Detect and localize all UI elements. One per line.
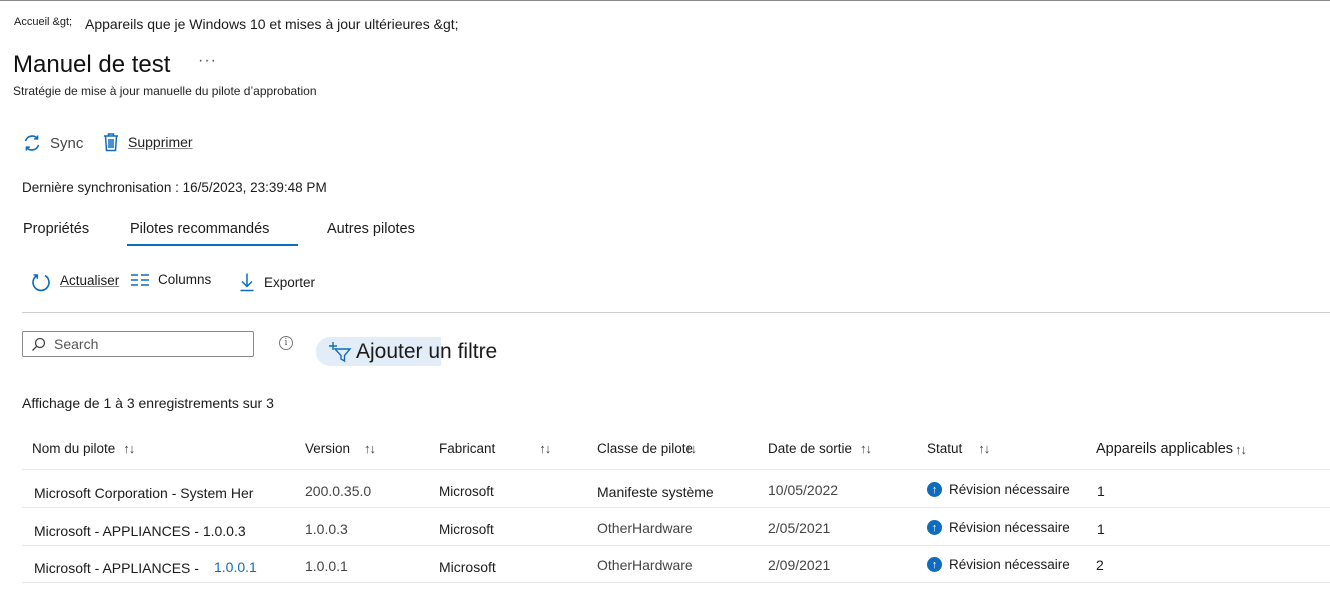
delete-label: Supprimer bbox=[128, 134, 193, 150]
sort-arrows-icon[interactable]: ↑↓ bbox=[685, 441, 697, 456]
driver-name[interactable]: Microsoft - APPLIANCES - 1.0.0.3 bbox=[34, 523, 246, 539]
row-divider bbox=[22, 582, 1330, 583]
column-header-status[interactable]: Statut ↑↓ bbox=[927, 441, 990, 456]
page-title: Manuel de test bbox=[13, 51, 171, 78]
more-options-button[interactable]: ··· bbox=[198, 52, 217, 70]
column-header-release-date[interactable]: Date de sortie ↑↓ bbox=[768, 441, 872, 456]
column-label: Version bbox=[305, 441, 351, 456]
status-text: Révision nécessaire bbox=[949, 520, 1070, 535]
sort-arrows-icon[interactable]: ↑↓ bbox=[539, 441, 551, 456]
column-header-version[interactable]: Version ↑↓ bbox=[305, 441, 376, 456]
column-header-driver-class[interactable]: Classe de pilote ↑↓ bbox=[597, 441, 697, 456]
export-button[interactable]: Exporter bbox=[238, 272, 315, 292]
release-date: 2/09/2021 bbox=[768, 557, 831, 573]
search-input[interactable] bbox=[52, 335, 246, 353]
sort-arrows-icon[interactable]: ↑↓ bbox=[978, 441, 990, 456]
tab-recommended-drivers[interactable]: Pilotes recommandés bbox=[130, 221, 269, 237]
column-label: Date de sortie bbox=[768, 441, 853, 456]
applicable-devices: 1 bbox=[1097, 483, 1105, 499]
applicable-devices: 2 bbox=[1096, 557, 1104, 573]
column-header-applicable-devices[interactable]: Appareils applicables ↑↓ bbox=[1096, 441, 1247, 457]
add-filter-icon bbox=[328, 341, 352, 363]
column-label: Statut bbox=[927, 441, 963, 456]
trash-icon bbox=[102, 132, 120, 152]
column-header-driver-name[interactable]: Nom du pilote ↑↓ bbox=[32, 441, 135, 456]
applicable-devices: 1 bbox=[1097, 521, 1105, 537]
column-label: Classe de pilote bbox=[597, 441, 694, 456]
sync-icon bbox=[22, 133, 42, 153]
columns-button[interactable]: Columns bbox=[130, 272, 211, 287]
sync-label: Sync bbox=[50, 134, 84, 152]
column-header-manufacturer[interactable]: Fabricant ↑↓ bbox=[439, 441, 551, 456]
command-bar-divider bbox=[22, 312, 1330, 313]
driver-name[interactable]: Microsoft - APPLIANCES - bbox=[34, 560, 199, 576]
page-subtitle: Stratégie de mise à jour manuelle du pil… bbox=[13, 84, 317, 98]
refresh-icon bbox=[30, 272, 52, 294]
breadcrumb-home[interactable]: Accueil &gt; bbox=[14, 16, 72, 28]
driver-version: 1.0.0.3 bbox=[305, 521, 348, 537]
status-text: Révision nécessaire bbox=[949, 557, 1070, 572]
refresh-label: Actualiser bbox=[60, 272, 120, 288]
active-tab-indicator bbox=[127, 244, 298, 246]
add-filter-label: Ajouter un filtre bbox=[356, 339, 498, 363]
status-cell: ↑ Révision nécessaire bbox=[927, 520, 1070, 535]
status-cell: ↑ Révision nécessaire bbox=[927, 557, 1070, 572]
export-label: Exporter bbox=[264, 274, 316, 290]
header-divider bbox=[22, 469, 1330, 470]
driver-manufacturer: Microsoft bbox=[439, 522, 494, 537]
column-label: Fabricant bbox=[439, 441, 496, 456]
sort-arrows-icon[interactable]: ↑↓ bbox=[860, 441, 872, 456]
status-text: Révision nécessaire bbox=[949, 482, 1070, 497]
release-date: 2/05/2021 bbox=[768, 520, 831, 536]
arrow-up-circle-icon: ↑ bbox=[927, 520, 942, 535]
delete-button[interactable]: Supprimer bbox=[102, 132, 193, 152]
column-label: Appareils applicables bbox=[1096, 441, 1234, 457]
driver-manufacturer: Microsoft bbox=[439, 484, 494, 499]
last-sync-text: Dernière synchronisation : 16/5/2023, 23… bbox=[22, 180, 327, 195]
records-count: Affichage de 1 à 3 enregistrements sur 3 bbox=[22, 395, 274, 411]
columns-label: Columns bbox=[158, 272, 212, 287]
driver-class: Manifeste système bbox=[597, 484, 714, 500]
info-icon[interactable]: i bbox=[279, 336, 293, 350]
sync-button[interactable]: Sync bbox=[22, 133, 83, 153]
tab-properties[interactable]: Propriétés bbox=[23, 221, 89, 237]
driver-class: OtherHardware bbox=[597, 520, 693, 536]
release-date: 10/05/2022 bbox=[768, 482, 839, 498]
driver-version: 200.0.35.0 bbox=[305, 483, 372, 499]
breadcrumb-devices[interactable]: Appareils que je Windows 10 et mises à j… bbox=[85, 16, 459, 32]
search-box[interactable] bbox=[22, 331, 254, 357]
search-icon bbox=[31, 337, 46, 352]
sort-arrows-icon[interactable]: ↑↓ bbox=[364, 441, 376, 456]
columns-icon bbox=[130, 273, 150, 287]
status-cell: ↑ Révision nécessaire bbox=[927, 482, 1070, 497]
download-icon bbox=[238, 272, 256, 292]
driver-manufacturer: Microsoft bbox=[439, 559, 496, 575]
arrow-up-circle-icon: ↑ bbox=[927, 482, 942, 497]
top-border bbox=[0, 0, 1330, 1]
column-label: Nom du pilote bbox=[32, 441, 116, 456]
tab-other-drivers[interactable]: Autres pilotes bbox=[327, 221, 415, 237]
row-divider bbox=[22, 507, 1330, 508]
add-filter-button[interactable]: Ajouter un filtre bbox=[316, 337, 498, 366]
driver-version: 1.0.0.1 bbox=[305, 558, 348, 574]
refresh-button[interactable]: Actualiser bbox=[30, 272, 119, 294]
driver-name-version-link[interactable]: 1.0.0.1 bbox=[214, 559, 257, 575]
driver-name[interactable]: Microsoft Corporation - System Her bbox=[34, 485, 253, 501]
sort-arrows-icon[interactable]: ↑↓ bbox=[123, 441, 135, 456]
sort-arrows-icon[interactable]: ↑↓ bbox=[1235, 442, 1247, 457]
arrow-up-circle-icon: ↑ bbox=[927, 557, 942, 572]
row-divider bbox=[22, 545, 1330, 546]
driver-class: OtherHardware bbox=[597, 557, 693, 573]
